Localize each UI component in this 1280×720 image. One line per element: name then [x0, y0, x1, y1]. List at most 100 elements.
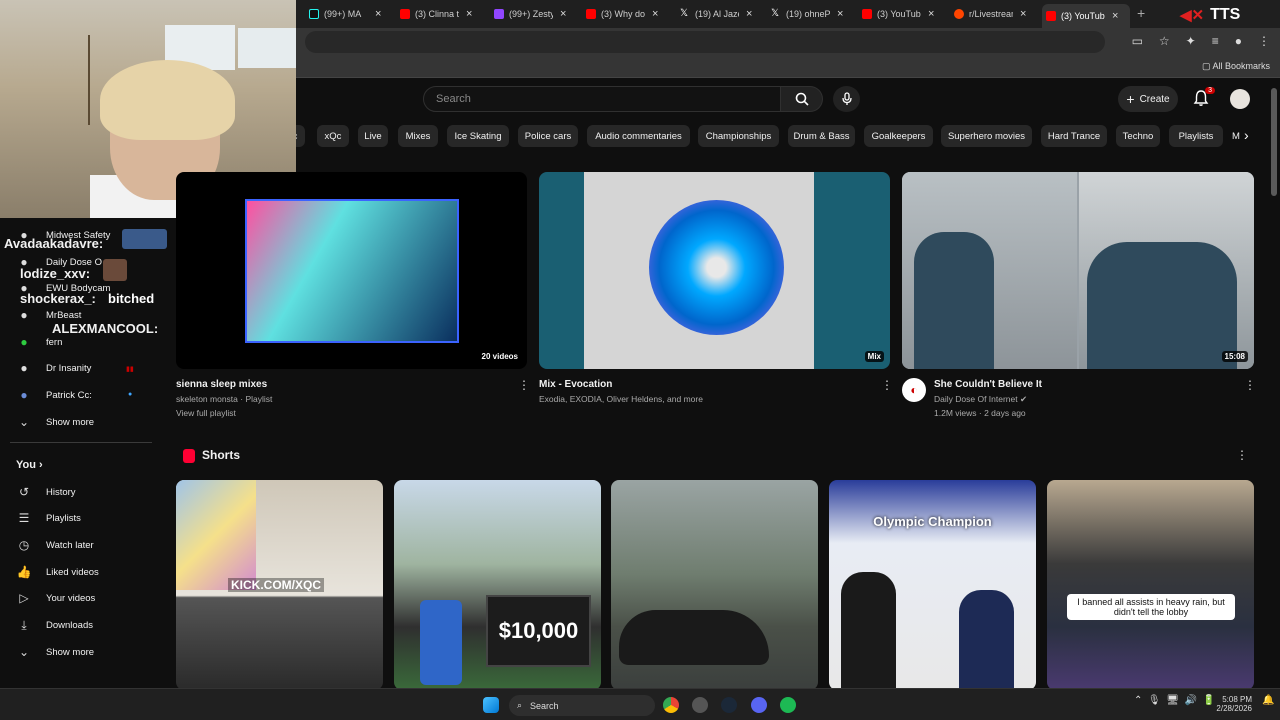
- browser-tab[interactable]: (3) Why doe×: [582, 4, 658, 24]
- channel-avatar[interactable]: ◐: [902, 378, 926, 402]
- sidebar-item-watch-later[interactable]: ◷ Watch later: [16, 535, 94, 555]
- sidebar-item-history[interactable]: ↺ History: [16, 482, 76, 502]
- chip[interactable]: M: [1231, 125, 1241, 147]
- chip[interactable]: Superhero movies: [941, 125, 1032, 147]
- discord-icon[interactable]: [751, 697, 767, 713]
- phone: [420, 600, 462, 685]
- chip[interactable]: Live: [358, 125, 388, 147]
- you-section-header[interactable]: You ›: [16, 459, 43, 471]
- short-thumbnail[interactable]: Olympic Champion: [829, 480, 1036, 690]
- more-options-icon[interactable]: ⋮: [1244, 378, 1256, 392]
- tab-close-icon[interactable]: ×: [560, 8, 566, 20]
- avatar[interactable]: [1230, 89, 1250, 109]
- tab-favicon-icon: [1046, 11, 1056, 21]
- media-icon[interactable]: ≡: [1212, 34, 1219, 48]
- browser-tab[interactable]: 𝕏(19) ohnePix×: [767, 4, 843, 24]
- browser-tab[interactable]: (3) Clinna talk×: [396, 4, 472, 24]
- video-title[interactable]: Mix - Evocation: [539, 379, 612, 390]
- video-channel[interactable]: Daily Dose Of Internet ✔: [934, 394, 1027, 405]
- chip[interactable]: Techno: [1116, 125, 1160, 147]
- tab-close-icon[interactable]: ×: [746, 8, 752, 20]
- chevron-right-icon[interactable]: ›: [1244, 127, 1249, 143]
- create-button[interactable]: + Create: [1118, 86, 1178, 112]
- extensions-icon[interactable]: ✦: [1186, 34, 1196, 48]
- tab-close-icon[interactable]: ×: [652, 8, 658, 20]
- windows-start-icon[interactable]: [483, 697, 499, 713]
- more-options-icon[interactable]: ⋮: [881, 378, 893, 392]
- short-thumbnail[interactable]: I banned all assists in heavy rain, but …: [1047, 480, 1254, 690]
- video-title[interactable]: She Couldn't Believe It: [934, 379, 1042, 390]
- tab-close-icon[interactable]: ×: [1020, 8, 1026, 20]
- more-options-icon[interactable]: ⋮: [518, 378, 530, 392]
- voice-search-button[interactable]: [833, 86, 860, 112]
- tab-close-icon[interactable]: ×: [928, 8, 934, 20]
- taskbar-clock[interactable]: 5:08 PM 2/28/2026: [1212, 695, 1252, 713]
- short-thumbnail[interactable]: $10,000: [394, 480, 601, 690]
- show-more-button[interactable]: ⌄ Show more: [16, 412, 94, 432]
- view-full-playlist-link[interactable]: View full playlist: [176, 408, 236, 418]
- search-button[interactable]: [781, 86, 823, 112]
- chat-username: Avadaakadavre:: [4, 236, 104, 251]
- new-tab-icon[interactable]: +: [1137, 5, 1145, 21]
- more-options-icon[interactable]: ⋮: [1236, 448, 1248, 462]
- sidebar-subscription[interactable]: ● Dr Insanity: [16, 358, 91, 378]
- app-icon[interactable]: [692, 697, 708, 713]
- tab-close-icon[interactable]: ×: [1112, 10, 1118, 22]
- chevron-right-icon: ›: [39, 459, 43, 471]
- short-overlay-text: I banned all assists in heavy rain, but …: [1067, 594, 1235, 620]
- shelf: [0, 35, 90, 125]
- profile-icon[interactable]: ●: [1235, 34, 1242, 48]
- cast-icon[interactable]: ▭: [1132, 34, 1143, 48]
- browser-tab-active[interactable]: (3) YouTube ×: [1042, 4, 1130, 28]
- video-title[interactable]: sienna sleep mixes: [176, 379, 267, 390]
- tab-close-icon[interactable]: ×: [466, 8, 472, 20]
- all-bookmarks[interactable]: ▢ All Bookmarks: [1202, 61, 1270, 72]
- sidebar-subscription[interactable]: ● Patrick Cc:: [16, 385, 92, 405]
- short-thumbnail[interactable]: [611, 480, 818, 690]
- chip[interactable]: xQc: [317, 125, 349, 147]
- chip[interactable]: Championships: [698, 125, 779, 147]
- video-thumbnail[interactable]: Mix: [539, 172, 890, 369]
- bookmark-star-icon[interactable]: ☆: [1159, 34, 1170, 48]
- chip[interactable]: Drum & Bass: [788, 125, 855, 147]
- sidebar-item-playlists[interactable]: ☰ Playlists: [16, 508, 81, 528]
- steam-icon[interactable]: [721, 697, 737, 713]
- notification-center-icon[interactable]: 🔔: [1262, 695, 1274, 706]
- page-scrollbar[interactable]: [1271, 88, 1277, 196]
- video-channel[interactable]: skeleton monsta · Playlist: [176, 394, 272, 404]
- search-input[interactable]: Search: [423, 86, 781, 112]
- video-channel[interactable]: Exodia, EXODIA, Oliver Heldens, and more: [539, 394, 703, 404]
- browser-tab[interactable]: r/Livestream×: [950, 4, 1026, 24]
- browser-tab[interactable]: (3) YouTube ×: [858, 4, 934, 24]
- tab-close-icon[interactable]: ×: [837, 8, 843, 20]
- taskbar-search[interactable]: ⌕ Search: [509, 695, 655, 716]
- spotify-icon[interactable]: [780, 697, 796, 713]
- chip[interactable]: Audio commentaries: [587, 125, 690, 147]
- short-thumbnail[interactable]: KICK.COM/XQC: [176, 480, 383, 690]
- browser-tab[interactable]: (99+) Zesty ×: [490, 4, 566, 24]
- tray-icons[interactable]: ⌃ 🎙 🖥 🔊 🔋: [1134, 695, 1215, 706]
- chip[interactable]: Playlists: [1169, 125, 1223, 147]
- notifications-button[interactable]: 3: [1192, 87, 1215, 109]
- video-thumbnail[interactable]: 15:08: [902, 172, 1254, 369]
- show-more-button[interactable]: ⌄ Show more: [16, 642, 94, 662]
- notification-badge: 3: [1205, 87, 1215, 94]
- omnibox[interactable]: [305, 31, 1105, 53]
- video-thumbnail[interactable]: 20 videos: [176, 172, 527, 369]
- sidebar-item-your-videos[interactable]: ▷ Your videos: [16, 588, 95, 608]
- chip[interactable]: Police cars: [518, 125, 578, 147]
- menu-icon[interactable]: ⋮: [1258, 34, 1270, 48]
- tab-close-icon[interactable]: ×: [375, 8, 381, 20]
- chrome-icon[interactable]: [663, 697, 679, 713]
- browser-tab[interactable]: (99+) MA ×: [305, 4, 381, 24]
- speaker-muted-icon: ◀✕: [1180, 7, 1205, 24]
- sidebar-item-downloads[interactable]: ⤓ Downloads: [16, 615, 93, 635]
- browser-tab[interactable]: 𝕏(19) Al Jazee×: [676, 4, 752, 24]
- sidebar-divider: [10, 442, 152, 443]
- chip[interactable]: Ice Skating: [447, 125, 509, 147]
- chip[interactable]: Goalkeepers: [864, 125, 933, 147]
- download-icon: ⤓: [21, 617, 27, 632]
- sidebar-item-liked-videos[interactable]: 👍 Liked videos: [16, 562, 99, 582]
- chip[interactable]: Mixes: [398, 125, 438, 147]
- chip[interactable]: Hard Trance: [1041, 125, 1107, 147]
